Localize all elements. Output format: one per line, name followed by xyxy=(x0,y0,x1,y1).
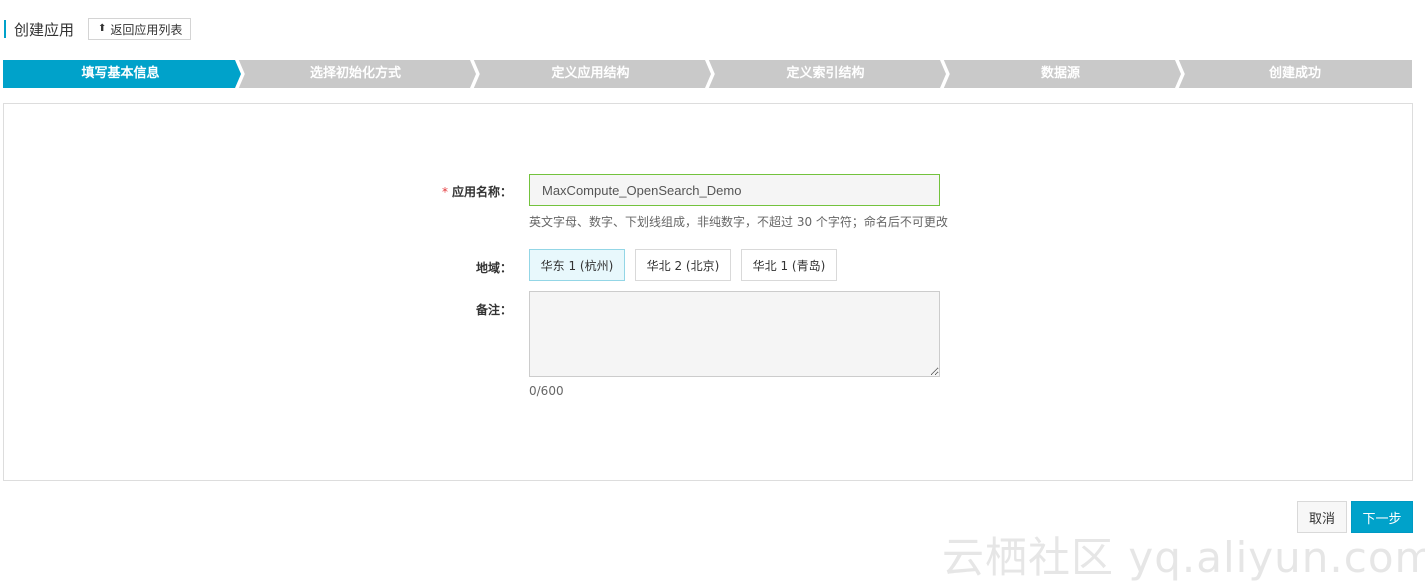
region-option-hangzhou[interactable]: 华东 1 (杭州) xyxy=(529,249,625,281)
app-name-input[interactable] xyxy=(529,174,940,206)
form-panel: *应用名称： 英文字母、数字、下划线组成，非纯数字，不超过 30 个字符；命名后… xyxy=(3,103,1413,481)
step-fill-basic-info: 填写基本信息 xyxy=(81,66,160,81)
upload-arrow-icon: ⬆ xyxy=(98,23,107,34)
notes-textarea[interactable] xyxy=(529,291,940,377)
region-label: 地域： xyxy=(475,261,512,275)
step-data-source: 数据源 xyxy=(1040,66,1080,81)
back-to-app-list-button[interactable]: ⬆ 返回应用列表 xyxy=(88,18,192,40)
step-define-app-structure: 定义应用结构 xyxy=(551,66,630,81)
app-name-hint: 英文字母、数字、下划线组成，非纯数字，不超过 30 个字符；命名后不可更改 xyxy=(529,215,948,229)
step-progress-bar: 填写基本信息 选择初始化方式 定义应用结构 定义索引结构 数据源 创建成功 xyxy=(3,60,1412,88)
required-mark: * xyxy=(441,185,448,199)
region-option-qingdao[interactable]: 华北 1 (青岛) xyxy=(741,249,837,281)
step-create-success: 创建成功 xyxy=(1268,66,1321,81)
notes-char-counter: 0/600 xyxy=(529,384,564,398)
step-choose-init-method: 选择初始化方式 xyxy=(309,66,401,81)
watermark: 云栖社区 yq.aliyun.com xyxy=(942,533,1425,581)
region-option-beijing[interactable]: 华北 2 (北京) xyxy=(635,249,731,281)
page-title: 创建应用 xyxy=(14,20,75,39)
app-name-label: * 应用名称： xyxy=(372,183,512,200)
notes-label: 备注： xyxy=(475,303,512,317)
app-name-label-text: 应用名称： xyxy=(451,185,512,199)
step-define-index-structure: 定义索引结构 xyxy=(786,66,865,81)
title-accent-bar xyxy=(4,20,6,38)
back-button-label: 返回应用列表 xyxy=(110,22,183,37)
page-header: 创建应用 ⬆ 返回应用列表 xyxy=(4,18,192,40)
